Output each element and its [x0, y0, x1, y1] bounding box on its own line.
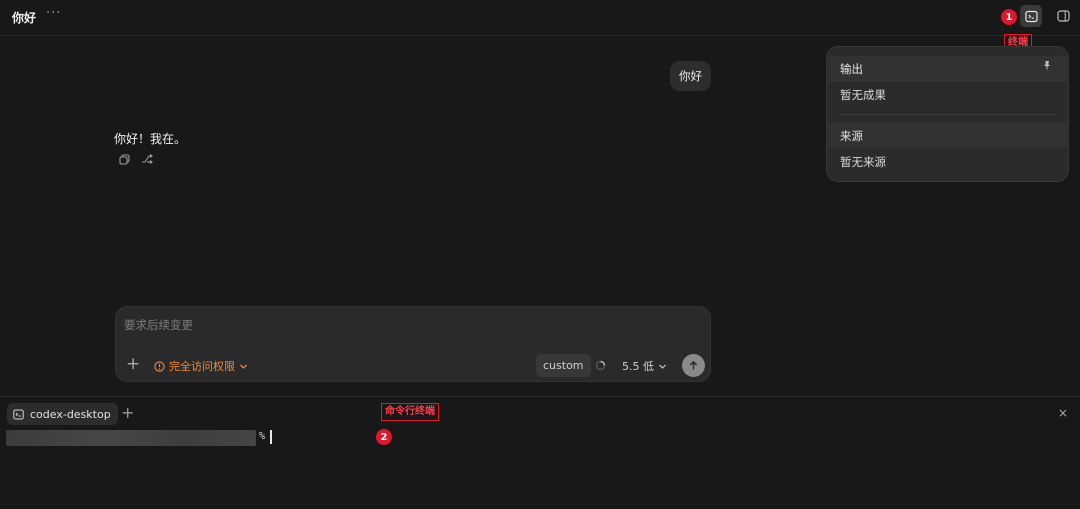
follow-up-input[interactable] [124, 316, 684, 334]
terminal-icon [1024, 10, 1038, 22]
prompt-symbol: % [259, 431, 266, 442]
divider [840, 114, 1056, 115]
annotation-label-cli: 命令行终端 [381, 403, 439, 421]
top-bar [0, 0, 1080, 36]
send-button[interactable] [682, 354, 705, 377]
source-section-header [828, 122, 1067, 148]
source-empty-text: 暂无来源 [840, 155, 886, 169]
loading-spinner-icon [595, 360, 606, 371]
terminal-tab[interactable]: codex-desktop [7, 403, 118, 425]
arrow-up-icon [689, 360, 698, 370]
output-empty-text: 暂无成果 [840, 88, 886, 102]
redacted-prompt-path [6, 430, 256, 446]
terminal-icon [13, 409, 24, 419]
branch-icon[interactable] [140, 153, 154, 166]
annotation-badge-1: 1 [1001, 9, 1017, 25]
composer: + 完全访问权限 custom 5.5 低 [115, 306, 711, 382]
model-selector[interactable]: 5.5 低 [622, 358, 667, 374]
terminal-pane: codex-desktop + × % [0, 396, 1080, 509]
copy-icon[interactable] [118, 153, 131, 166]
add-attachment-button[interactable]: + [126, 356, 140, 373]
new-terminal-button[interactable]: + [121, 404, 134, 422]
side-panel-icon [1056, 10, 1070, 22]
model-label: 5.5 低 [622, 360, 654, 373]
thread-title: 你好 [12, 11, 37, 25]
output-heading: 输出 [840, 62, 863, 76]
source-heading: 来源 [840, 129, 863, 143]
pin-icon[interactable] [1041, 60, 1053, 72]
assistant-message: 你好！我在。 [114, 132, 187, 146]
chevron-down-icon [240, 364, 247, 369]
annotation-badge-2: 2 [376, 429, 392, 445]
output-section-header [828, 56, 1067, 82]
access-permission-label: 完全访问权限 [169, 360, 235, 373]
chevron-down-icon [659, 364, 666, 369]
outputs-sources-panel: 输出 暂无成果 来源 暂无来源 [826, 46, 1069, 182]
close-terminal-button[interactable]: × [1058, 406, 1068, 420]
warning-icon [154, 360, 165, 372]
terminal-toggle-button[interactable] [1020, 5, 1042, 27]
access-permission-dropdown[interactable]: 完全访问权限 [154, 358, 248, 374]
terminal-tab-label: codex-desktop [30, 407, 111, 421]
custom-mode-chip[interactable]: custom [536, 354, 591, 377]
more-options-button[interactable]: ··· [46, 6, 61, 21]
user-message-bubble: 你好 [670, 61, 711, 91]
terminal-cursor[interactable] [270, 430, 272, 444]
side-panel-toggle-button[interactable] [1054, 7, 1072, 25]
